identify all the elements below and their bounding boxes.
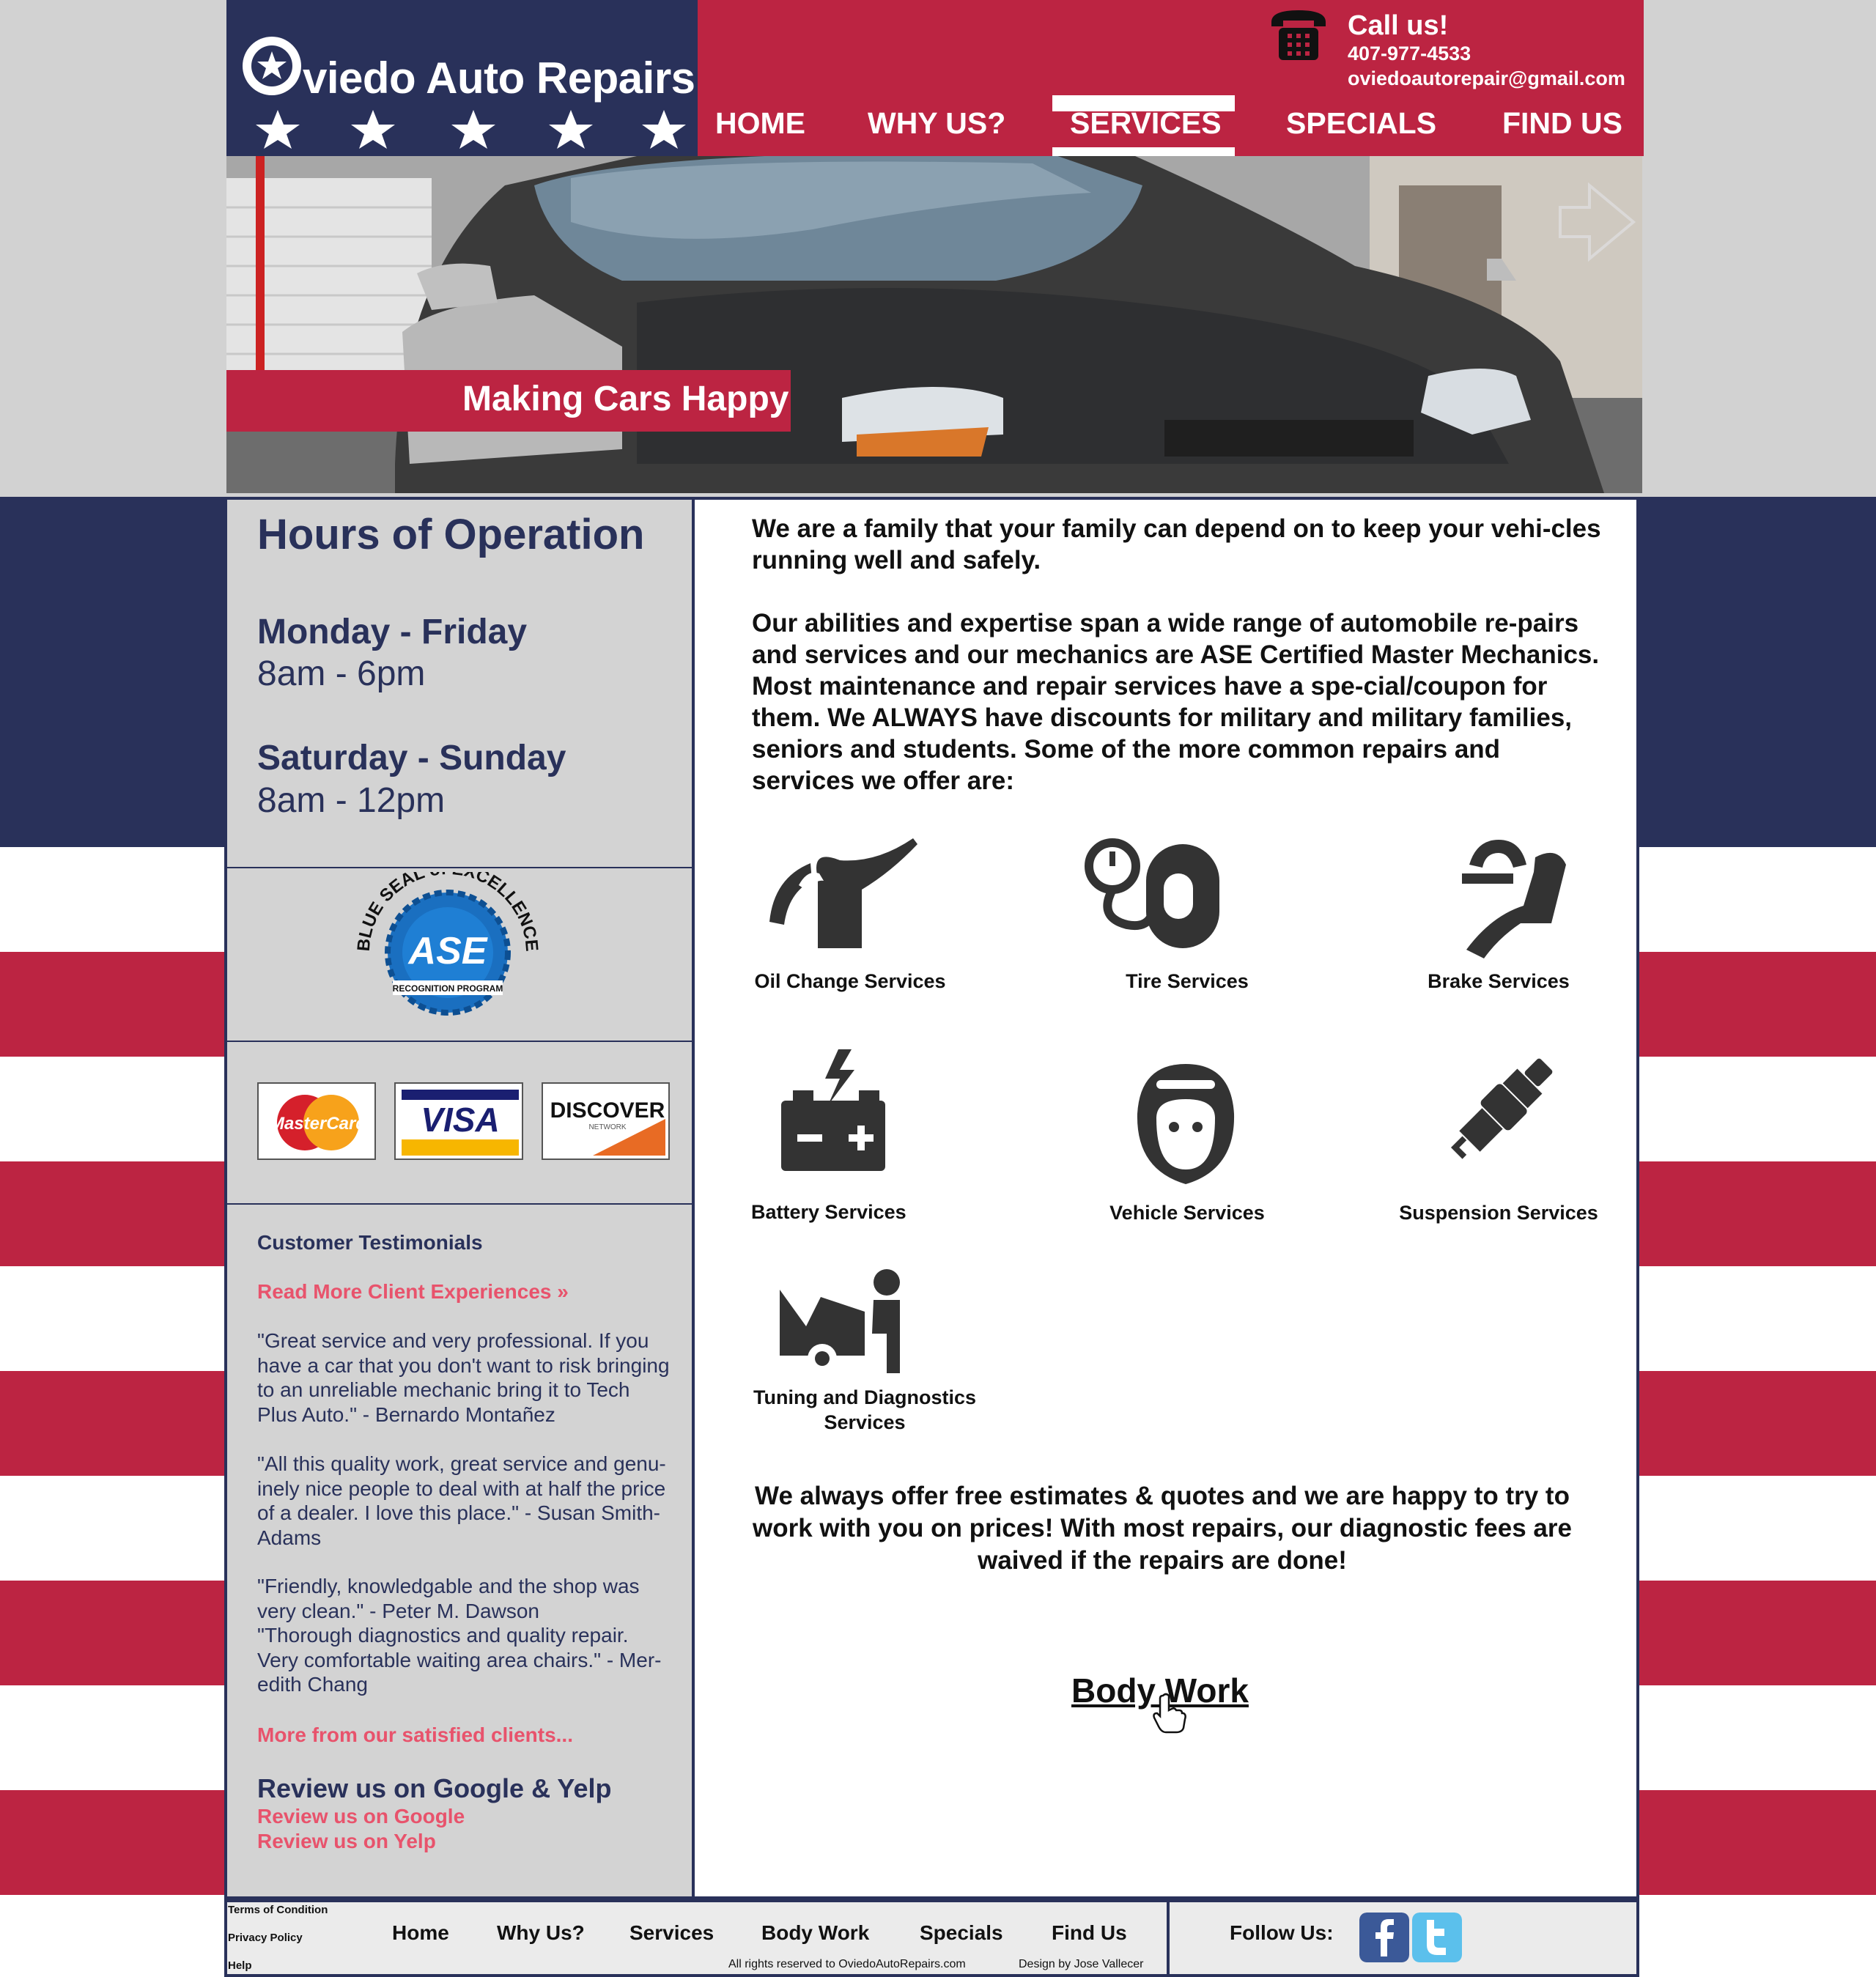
nav-find-us[interactable]: FIND US bbox=[1502, 106, 1622, 141]
footer-help-link[interactable]: Help bbox=[228, 1959, 252, 1972]
service-tuning-diagnostics[interactable]: Tuning and Diagnostics Services bbox=[747, 1385, 982, 1435]
footer-rights: All rights reserved to OviedoAutoRepairs… bbox=[728, 1958, 966, 1970]
twitter-icon[interactable] bbox=[1412, 1913, 1462, 1962]
call-us-label: Call us! bbox=[1348, 10, 1449, 41]
telephone-icon bbox=[1271, 10, 1326, 60]
mastercard-icon: MasterCard bbox=[270, 1095, 367, 1150]
weekday-hours: 8am - 6pm bbox=[257, 654, 426, 693]
footer-design-credit: Design by Jose Vallecer bbox=[1019, 1958, 1144, 1970]
svg-text:MasterCard: MasterCard bbox=[270, 1114, 367, 1134]
follow-us-label: Follow Us: bbox=[1230, 1921, 1334, 1944]
service-vehicle[interactable]: Vehicle Services bbox=[1077, 1200, 1297, 1225]
footer-nav-home[interactable]: Home bbox=[392, 1921, 449, 1945]
hours-title: Hours of Operation bbox=[257, 511, 645, 558]
intro-paragraph: We are a family that your family can dep… bbox=[752, 514, 1601, 574]
svg-text:RECOGNITION PROGRAM: RECOGNITION PROGRAM bbox=[393, 983, 503, 994]
footer-nav-find-us[interactable]: Find Us bbox=[1052, 1921, 1127, 1945]
site-title: viedo Auto Repairs bbox=[303, 53, 695, 103]
oil-can-icon bbox=[769, 838, 917, 948]
service-brake[interactable]: Brake Services bbox=[1403, 969, 1594, 994]
tire-gauge-icon bbox=[1085, 838, 1219, 948]
footer-nav-why-us[interactable]: Why Us? bbox=[497, 1921, 585, 1945]
mechanic-icon bbox=[1137, 1064, 1235, 1184]
testimonial-quote: "Friendly, knowledgable and the shop was… bbox=[257, 1575, 640, 1622]
battery-icon bbox=[781, 1049, 885, 1171]
sidebar-divider bbox=[227, 1203, 695, 1205]
review-yelp-link[interactable]: Review us on Yelp bbox=[257, 1830, 436, 1853]
testimonial-quote: "Thorough diagnostics and quality repair… bbox=[257, 1624, 662, 1696]
service-tire[interactable]: Tire Services bbox=[1077, 969, 1297, 994]
nav-why-us[interactable]: WHY US? bbox=[868, 106, 1005, 141]
wheel-logo-icon bbox=[243, 37, 301, 95]
footer-nav-specials[interactable]: Specials bbox=[920, 1921, 1003, 1945]
footer-nav-body-work[interactable]: Body Work bbox=[761, 1921, 869, 1945]
discover-logo: DISCOVER NETWORK bbox=[542, 1082, 670, 1160]
read-more-link[interactable]: Read More Client Experiences » bbox=[257, 1280, 569, 1304]
nav-services[interactable]: SERVICES bbox=[1070, 106, 1222, 141]
hand-pointer-icon bbox=[1153, 1693, 1186, 1734]
tagline-banner: Making Cars Happy bbox=[226, 370, 791, 432]
hero-tagline: Making Cars Happy bbox=[462, 380, 789, 418]
facebook-icon[interactable] bbox=[1359, 1913, 1409, 1962]
discover-icon: DISCOVER NETWORK bbox=[549, 1090, 665, 1156]
ase-seal-logo-icon: ASE RECOGNITION PROGRAM BLUE SEAL of EXC… bbox=[356, 872, 539, 1016]
footer-privacy-link[interactable]: Privacy Policy bbox=[228, 1932, 303, 1944]
email-address[interactable]: oviedoautorepair@gmail.com bbox=[1348, 67, 1625, 90]
sidebar-divider bbox=[227, 1041, 695, 1042]
spark-plug-icon bbox=[1450, 1058, 1553, 1159]
review-title: Review us on Google & Yelp bbox=[257, 1773, 612, 1803]
svg-text:VISA: VISA bbox=[421, 1101, 499, 1139]
nav-specials[interactable]: SPECIALS bbox=[1286, 106, 1436, 141]
weekday-label: Monday - Friday bbox=[257, 613, 528, 651]
hero-car-photo bbox=[226, 156, 1642, 493]
weekend-label: Saturday - Sunday bbox=[257, 739, 566, 777]
more-clients-link[interactable]: More from our satisfied clients... bbox=[257, 1723, 573, 1747]
service-battery[interactable]: Battery Services bbox=[747, 1200, 934, 1224]
footer-terms-link[interactable]: Terms of Condition bbox=[228, 1904, 328, 1916]
service-suspension[interactable]: Suspension Services bbox=[1385, 1200, 1612, 1225]
testimonials-title: Customer Testimonials bbox=[257, 1231, 483, 1254]
services-paragraph: Our abilities and expertise span a wide … bbox=[752, 609, 1600, 795]
footer-nav-services[interactable]: Services bbox=[629, 1921, 714, 1945]
logo-panel[interactable]: viedo Auto Repairs bbox=[226, 0, 698, 156]
phone-number[interactable]: 407-977-4533 bbox=[1348, 43, 1471, 65]
visa-icon: VISA bbox=[402, 1090, 519, 1156]
hero-banner bbox=[226, 156, 1642, 493]
review-google-link[interactable]: Review us on Google bbox=[257, 1805, 465, 1828]
footer-separator bbox=[1167, 1899, 1170, 1977]
visa-logo: VISA bbox=[394, 1082, 523, 1160]
nav-home[interactable]: HOME bbox=[715, 106, 805, 141]
svg-text:ASE: ASE bbox=[407, 930, 488, 972]
svg-text:NETWORK: NETWORK bbox=[588, 1123, 626, 1131]
svg-text:DISCOVER: DISCOVER bbox=[550, 1098, 665, 1123]
estimate-paragraph: We always offer free estimates & quotes … bbox=[753, 1482, 1572, 1575]
testimonial-quote: "Great service and very professional. If… bbox=[257, 1329, 670, 1426]
brake-icon bbox=[1462, 840, 1566, 958]
weekend-hours: 8am - 12pm bbox=[257, 781, 446, 820]
stars-row-icon bbox=[256, 110, 686, 149]
mastercard-logo: MasterCard bbox=[257, 1082, 376, 1160]
testimonial-quote: "All this quality work, great service an… bbox=[257, 1452, 666, 1549]
car-repair-icon bbox=[780, 1269, 900, 1373]
sidebar-divider bbox=[227, 867, 695, 868]
service-oil-change[interactable]: Oil Change Services bbox=[747, 969, 953, 994]
